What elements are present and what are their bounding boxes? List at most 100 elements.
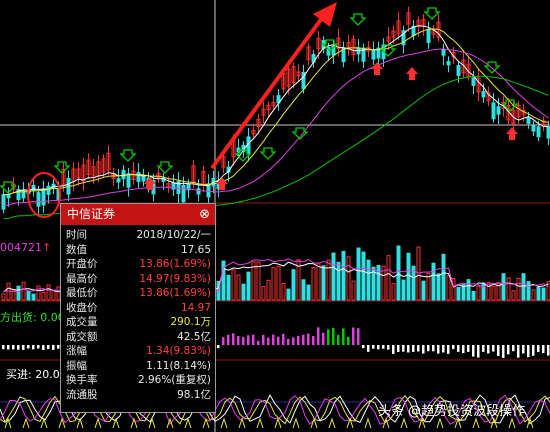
macd-bar xyxy=(462,345,465,354)
kdj-marker-triangle xyxy=(220,417,228,429)
info-row: 收盘价 14.97 xyxy=(61,301,215,316)
macd-bar xyxy=(292,337,295,345)
close-icon[interactable]: ⊗ xyxy=(199,204,210,225)
volume-bar xyxy=(36,285,41,301)
volume-bar xyxy=(231,269,236,301)
macd-bar xyxy=(532,345,535,356)
macd-bar xyxy=(517,345,520,358)
stock-info-panel[interactable]: 中信证券 ⊗ 时间 2018/10/22/一 数值 17.65 开盘价 13.86(1.6… xyxy=(60,203,216,413)
volume-bar xyxy=(431,262,436,301)
macd-bar xyxy=(347,336,350,345)
macd-bar xyxy=(472,345,475,357)
macd-bar xyxy=(512,345,515,352)
sell-signal-arrow xyxy=(156,161,174,174)
candle-body xyxy=(531,125,536,132)
info-row-label: 开盘价 xyxy=(66,258,98,270)
sell-signal-arrow xyxy=(423,7,441,20)
macd-bar xyxy=(372,345,375,349)
volume-bar xyxy=(476,286,481,301)
volume-bar xyxy=(321,265,326,301)
info-row-label: 最低价 xyxy=(66,287,98,299)
info-row-value: 2.96%(重复权) xyxy=(137,374,211,386)
info-row-value: 13.86(1.69%) xyxy=(139,258,211,270)
volume-bar xyxy=(326,259,331,301)
info-row-label: 成交额 xyxy=(66,330,98,343)
macd-bar xyxy=(287,339,290,345)
volume-bar xyxy=(376,264,381,301)
kdj-marker-triangle xyxy=(328,417,336,429)
info-row-value: 17.65 xyxy=(180,243,211,256)
info-row: 振幅 1.11(8.14%) xyxy=(61,359,215,374)
volume-bar xyxy=(261,286,266,301)
info-row-label: 时间 xyxy=(66,229,87,241)
info-panel-title: 中信证券 xyxy=(67,207,116,221)
volume-bar xyxy=(306,284,311,301)
macd-bar xyxy=(267,337,270,345)
kdj-marker-triangle xyxy=(184,417,192,429)
candle-body xyxy=(41,188,46,206)
candle-body xyxy=(371,49,376,60)
macd-bar xyxy=(352,327,355,345)
watermark: 头条 @趋势投资波段操作 xyxy=(378,404,526,419)
trend-arrow-shaft xyxy=(210,12,327,170)
macd-bar xyxy=(407,345,410,353)
macd-bar xyxy=(342,328,345,345)
macd-bar xyxy=(387,345,390,350)
macd-bar xyxy=(447,345,450,354)
info-row-value: 1.11(8.14%) xyxy=(146,359,211,372)
buy-signal-label: 买进: 20.0 xyxy=(6,368,60,381)
macd-bar xyxy=(307,333,310,345)
macd-bar xyxy=(542,345,545,354)
volume-bar xyxy=(1,293,6,301)
macd-bar xyxy=(247,335,250,345)
macd-bar xyxy=(327,329,330,345)
candle-body xyxy=(1,194,6,210)
volume-bar xyxy=(386,255,391,301)
macd-bar xyxy=(432,345,435,352)
kdj-marker-triangle xyxy=(472,417,480,429)
macd-bar xyxy=(487,345,490,354)
volume-bar xyxy=(516,277,521,301)
volume-bar xyxy=(401,279,406,301)
macd-bar xyxy=(467,345,470,352)
kdj-marker-triangle xyxy=(40,417,48,429)
macd-bar xyxy=(522,345,525,354)
macd-bar xyxy=(507,345,510,355)
info-row-value: 42.5亿 xyxy=(177,330,211,343)
kdj-marker-triangle xyxy=(292,417,300,429)
volume-bar xyxy=(341,250,346,301)
volume-bar xyxy=(356,247,361,301)
macd-bar xyxy=(457,345,460,352)
volume-bar xyxy=(266,279,271,301)
volume-bar xyxy=(31,293,36,301)
macd-bar xyxy=(402,345,405,352)
macd-bar xyxy=(272,334,275,345)
volume-bar xyxy=(336,261,341,301)
kdj-marker-triangle xyxy=(508,417,516,429)
macd-bar xyxy=(497,345,500,356)
candle-body xyxy=(46,185,51,195)
info-row: 涨幅 1.34(9.83%) xyxy=(61,344,215,359)
macd-bar xyxy=(322,332,325,345)
kdj-marker-triangle xyxy=(94,417,102,429)
kdj-marker-triangle xyxy=(130,417,138,429)
volume-bar xyxy=(291,269,296,301)
kdj-marker-triangle xyxy=(76,417,84,429)
macd-bar xyxy=(232,333,235,345)
candle-body xyxy=(116,178,121,183)
candle-body xyxy=(471,77,476,86)
volume-bar xyxy=(316,262,321,301)
volume-bar xyxy=(26,291,31,301)
sell-signal-label: 方出货: 0.00 xyxy=(0,311,65,324)
macd-bar xyxy=(437,345,440,354)
info-panel-titlebar[interactable]: 中信证券 ⊗ xyxy=(61,204,215,225)
macd-bar xyxy=(527,345,530,358)
volume-bar xyxy=(41,291,46,301)
macd-bar xyxy=(282,333,285,345)
volume-bar xyxy=(301,279,306,301)
macd-bar xyxy=(477,345,480,358)
info-row-label: 流通股 xyxy=(66,388,98,401)
candle-body xyxy=(526,117,531,124)
macd-bar xyxy=(392,345,395,354)
volume-bar xyxy=(256,261,261,301)
